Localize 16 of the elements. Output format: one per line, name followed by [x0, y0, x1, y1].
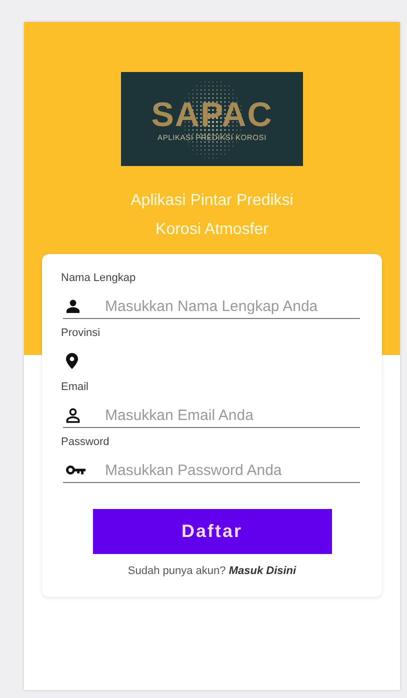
headline-text: Korosi Atmosfer: [154, 220, 270, 240]
location-pin-icon: [66, 353, 78, 369]
person-outline-icon: [66, 408, 80, 422]
register-button[interactable]: Daftar: [92, 509, 332, 554]
key-icon: [66, 465, 86, 475]
field-label: Provinsi: [61, 327, 102, 341]
login-link[interactable]: Masuk Disini: [228, 565, 296, 577]
name-input[interactable]: Masukkan Nama Lengkap Anda: [105, 298, 360, 314]
email-input[interactable]: Masukkan Email Anda: [105, 406, 360, 424]
person-icon: [66, 299, 80, 313]
field-label: Email: [61, 381, 90, 395]
headline-text: Aplikasi Pintar Prediksi: [130, 191, 294, 211]
login-prompt: Sudah punya akun? Masuk Disini: [128, 565, 296, 577]
field-label: Password: [61, 436, 110, 450]
field-label: Nama Lengkap: [61, 272, 137, 286]
password-input[interactable]: Masukkan Password Anda: [105, 462, 360, 478]
